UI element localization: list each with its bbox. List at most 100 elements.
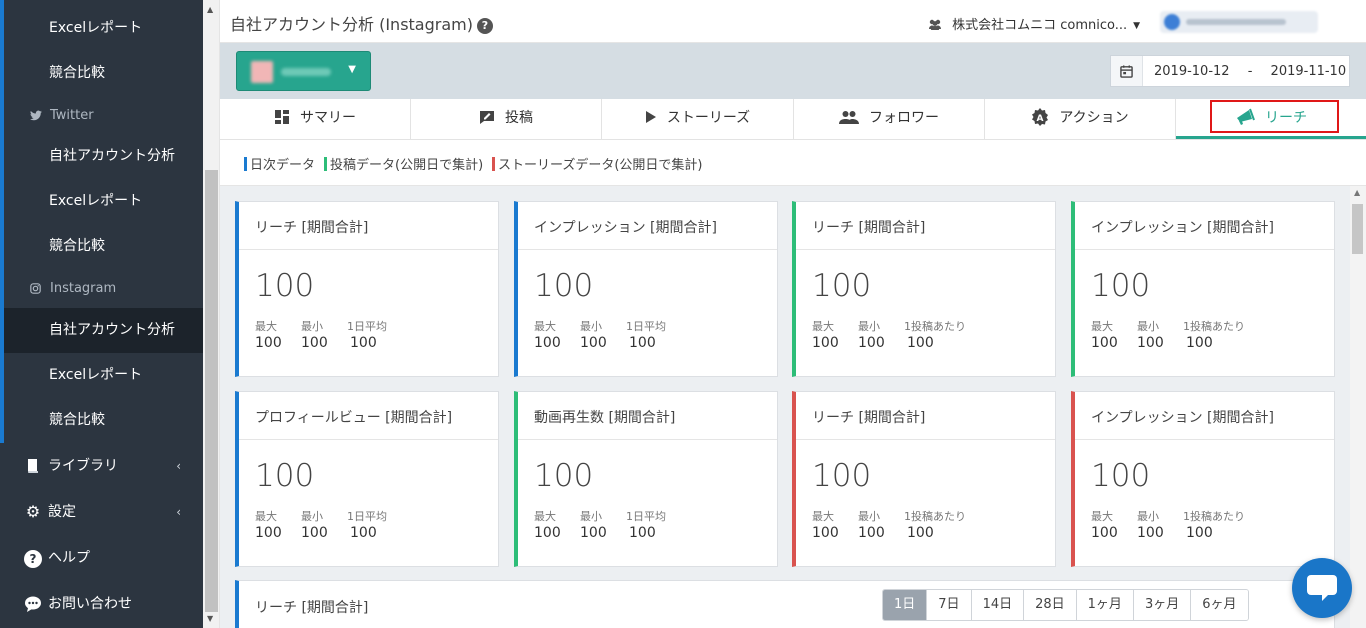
card-title: インプレッション [期間合計] (534, 220, 717, 236)
avatar (1164, 14, 1180, 30)
sidebar-item-twitter-competitor-2[interactable]: 競合比較 (4, 224, 203, 269)
stat-label: 最小 (858, 510, 880, 523)
card-value: 100 (812, 458, 872, 494)
stat-value: 100 (580, 525, 607, 541)
stat-value: 100 (629, 525, 656, 541)
account-name-redacted (281, 68, 331, 76)
scroll-up-arrow-icon[interactable]: ▲ (1354, 188, 1360, 197)
period-button-14d[interactable]: 14日 (971, 590, 1025, 620)
stat-label: 最小 (580, 510, 602, 523)
period-button-28d[interactable]: 28日 (1024, 590, 1077, 620)
reach-chart-panel: リーチ [期間合計] 1日 7日 14日 28日 1ヶ月 3ヶ月 6ヶ月 (235, 580, 1335, 628)
period-button-7d[interactable]: 7日 (927, 590, 972, 620)
sidebar-item-twitter-excel-report-2[interactable]: Excelレポート (4, 179, 203, 224)
tab-followers[interactable]: フォロワー (794, 99, 985, 139)
stat-label: 最大 (1091, 320, 1113, 333)
company-selector[interactable]: 株式会社コムニコ comnico... ▼ (928, 14, 1140, 33)
legend-swatch (492, 157, 495, 171)
stat-value: 100 (301, 335, 328, 351)
legend-label: ストーリーズデータ(公開日で集計) (498, 158, 703, 173)
tab-actions[interactable]: A アクション (985, 99, 1176, 139)
stat-label: 最小 (858, 320, 880, 333)
sidebar-item-contact[interactable]: お問い合わせ (0, 581, 203, 627)
tab-reach[interactable]: リーチ (1176, 99, 1366, 139)
help-icon: ? (24, 535, 42, 581)
sidebar-item-help[interactable]: ? ヘルプ (0, 535, 203, 581)
chat-bubble-tail (1322, 593, 1330, 601)
help-icon[interactable]: ? (476, 18, 493, 34)
tab-label: サマリー (300, 110, 356, 126)
company-name: 株式会社コムニコ comnico... (952, 18, 1128, 33)
stat-label: 最大 (534, 320, 556, 333)
page-title: 自社アカウント分析 (Instagram)? (230, 11, 493, 35)
page-scrollbar-thumb[interactable] (205, 170, 218, 612)
calendar-icon[interactable] (1111, 56, 1143, 86)
stat-label: 1日平均 (347, 510, 387, 523)
divider (239, 249, 498, 250)
users-icon (928, 18, 952, 33)
stat-label: 最小 (1137, 320, 1159, 333)
stat-value: 100 (255, 335, 282, 351)
sidebar-item-label: 競合比較 (49, 412, 105, 428)
legend-item-stories: ストーリーズデータ(公開日で集計) (492, 154, 703, 173)
sidebar-item-library[interactable]: ライブラリ ‹ (0, 443, 203, 489)
metric-card-reach-stories: リーチ [期間合計] 100 最大 最小 1投稿あたり 100 100 100 (792, 391, 1056, 567)
tab-summary[interactable]: サマリー (220, 99, 411, 139)
gear-icon: ⚙ (25, 502, 41, 521)
sidebar-item-label: 設定 (48, 504, 76, 520)
legend-item-post: 投稿データ(公開日で集計) (324, 154, 483, 173)
sidebar-item-instagram-excel-report[interactable]: Excelレポート (4, 353, 203, 398)
content-scrollbar-thumb[interactable] (1352, 204, 1363, 254)
card-value: 100 (255, 268, 315, 304)
card-value: 100 (812, 268, 872, 304)
sidebar-item-label: 自社アカウント分析 (49, 148, 175, 164)
stat-label: 1投稿あたり (904, 510, 966, 523)
chat-support-button[interactable] (1292, 558, 1352, 618)
stat-value: 100 (534, 525, 561, 541)
sidebar-item-label: ライブラリ (48, 458, 118, 474)
main-content: リーチ [期間合計] 100 最大 最小 1日平均 100 100 100 イン… (220, 186, 1350, 628)
sidebar-item-instagram-own-account[interactable]: 自社アカウント分析 (4, 308, 203, 353)
stat-value: 100 (907, 525, 934, 541)
twitter-icon (30, 95, 42, 138)
stat-label: 最大 (534, 510, 556, 523)
period-button-1m[interactable]: 1ヶ月 (1076, 590, 1134, 620)
tab-posts[interactable]: 投稿 (411, 99, 602, 139)
sidebar-item-twitter-competitor[interactable]: 競合比較 (4, 51, 203, 96)
chat-bubble-icon (1307, 575, 1337, 595)
content-scrollbar[interactable]: ▲ (1350, 186, 1366, 628)
tab-stories[interactable]: ストーリーズ (602, 99, 794, 139)
scroll-down-arrow-icon[interactable]: ▼ (207, 614, 213, 623)
sidebar-item-settings[interactable]: ⚙ 設定 ‹ (0, 489, 203, 535)
period-button-3m[interactable]: 3ヶ月 (1133, 590, 1192, 620)
account-selector-button[interactable]: ▼ (236, 51, 371, 91)
stat-label: 最大 (812, 510, 834, 523)
tab-label: 投稿 (505, 110, 533, 126)
card-title: プロフィールビュー [期間合計] (255, 410, 453, 426)
period-button-1d[interactable]: 1日 (883, 590, 928, 620)
legend-item-daily: 日次データ (244, 154, 315, 173)
scroll-up-arrow-icon[interactable]: ▲ (207, 5, 213, 14)
stat-value: 100 (1091, 525, 1118, 541)
legend-label: 投稿データ(公開日で集計) (330, 158, 484, 173)
sidebar-item-instagram-competitor[interactable]: 競合比較 (4, 398, 203, 443)
tab-label: ストーリーズ (666, 110, 751, 126)
date-range-picker[interactable]: 2019-10-12 - 2019-11-10 (1110, 55, 1350, 87)
stat-label: 1日平均 (626, 510, 666, 523)
divider (1075, 439, 1334, 440)
user-menu[interactable] (1160, 11, 1318, 33)
compose-icon (479, 99, 495, 137)
metric-card-video-views: 動画再生数 [期間合計] 100 最大 最小 1日平均 100 100 100 (514, 391, 778, 567)
page-scrollbar[interactable]: ▲ ▼ (203, 0, 220, 628)
badge-icon: A (1031, 99, 1049, 137)
sidebar-item-twitter-excel-report[interactable]: Excelレポート (4, 6, 203, 51)
sidebar-item-label: Excelレポート (49, 20, 143, 36)
sidebar-item-label: Excelレポート (49, 193, 143, 209)
grid-icon (274, 99, 290, 137)
instagram-icon (30, 268, 41, 311)
period-button-6m[interactable]: 6ヶ月 (1191, 590, 1248, 620)
date-range-text: 2019-10-12 - 2019-11-10 (1154, 64, 1346, 79)
sidebar-item-label: お問い合わせ (48, 596, 132, 612)
play-icon (645, 99, 657, 137)
sidebar-item-twitter-own-account[interactable]: 自社アカウント分析 (4, 134, 203, 179)
